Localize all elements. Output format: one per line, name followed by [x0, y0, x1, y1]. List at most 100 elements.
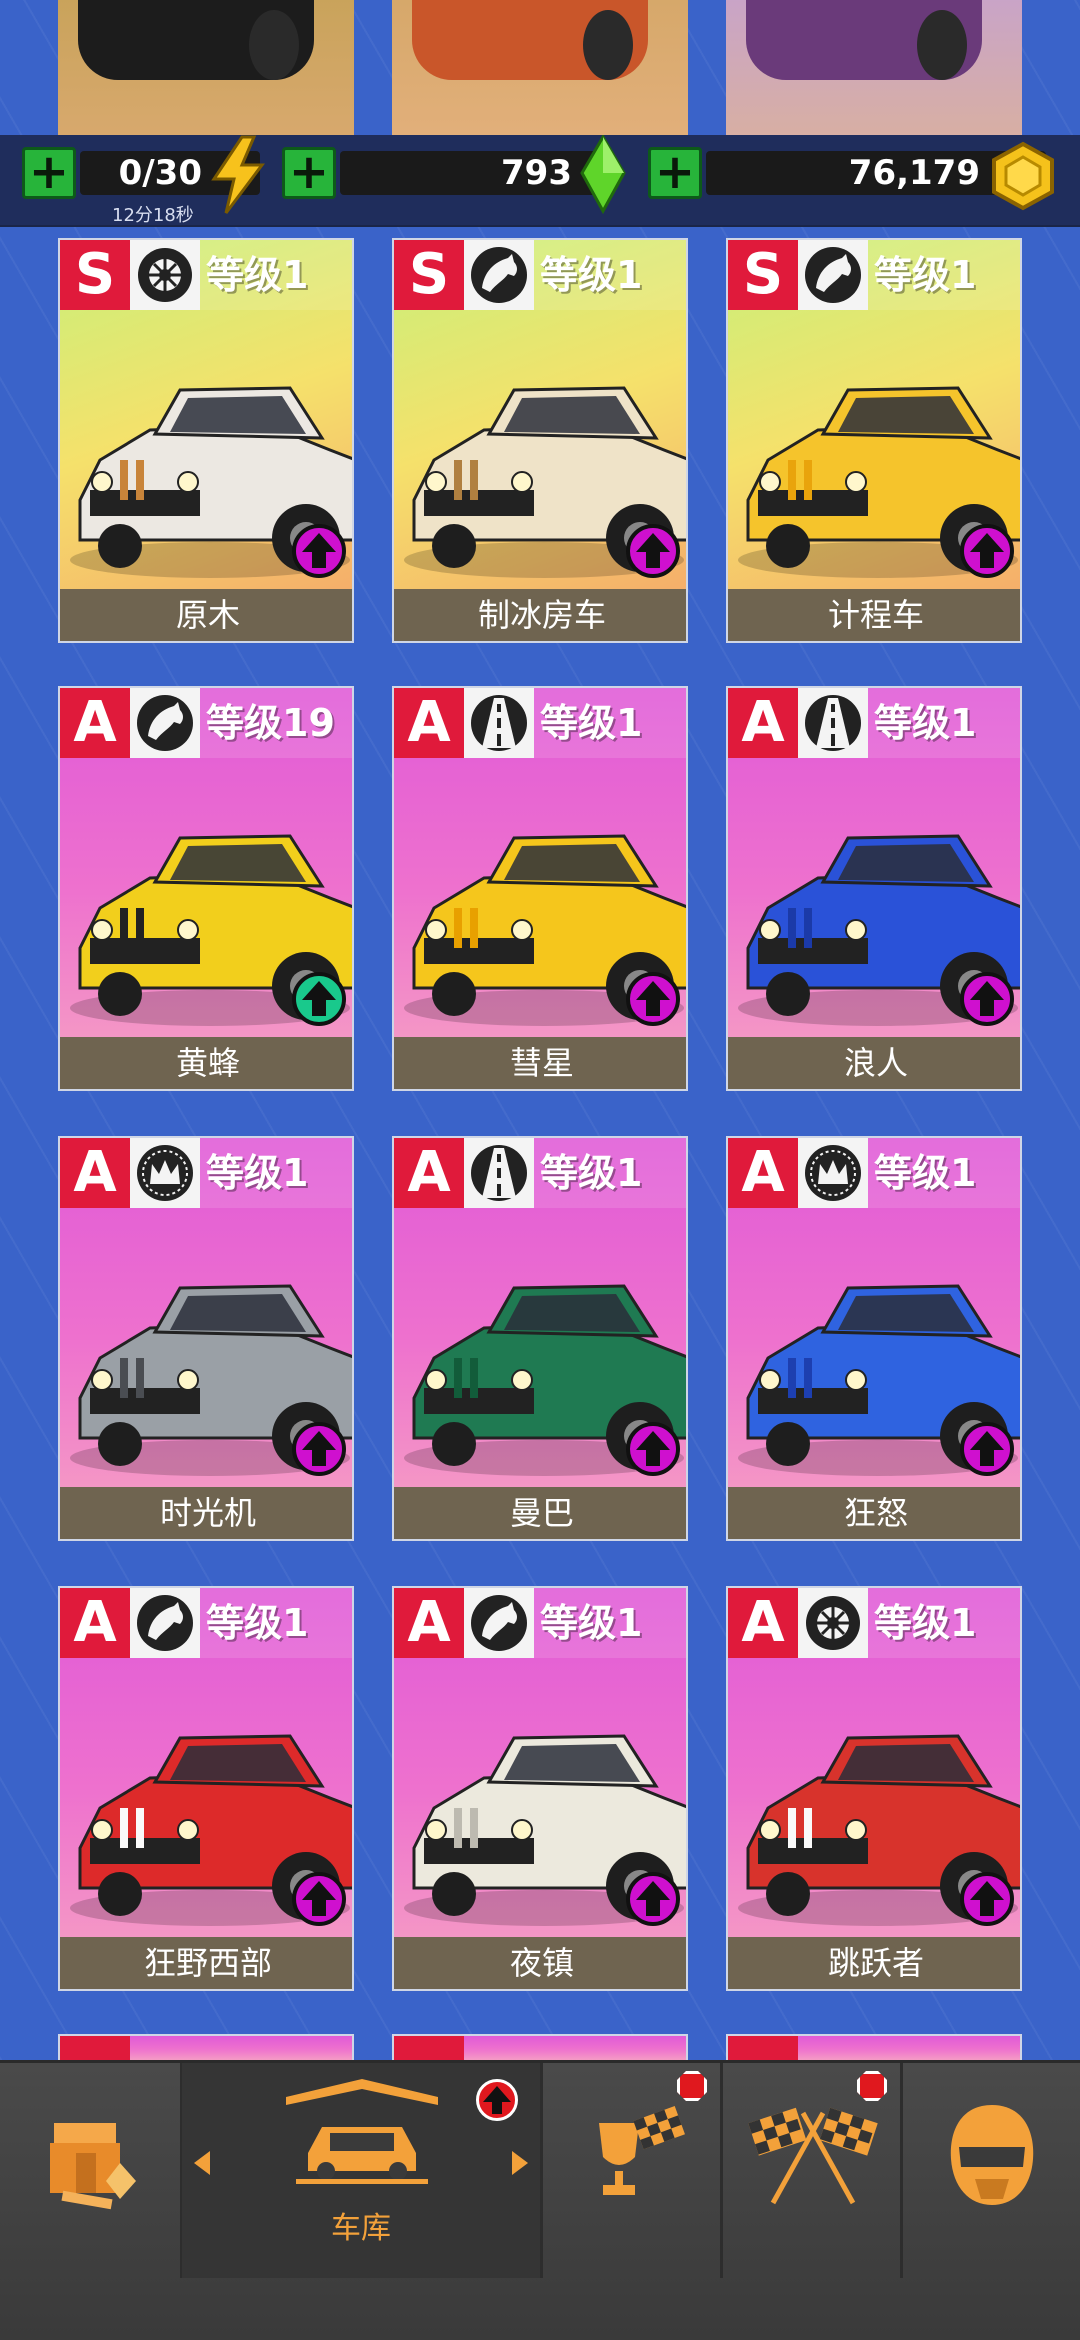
card-header: S 等级1: [60, 240, 352, 310]
card-header: A 等级1: [60, 1138, 352, 1208]
car-card[interactable]: S 等级1 计程车: [726, 238, 1022, 643]
card-header: A 等级1: [728, 688, 1020, 758]
car-card[interactable]: A 等级1 曼巴: [392, 1136, 688, 1541]
horse-icon: [798, 240, 868, 310]
nav-shop[interactable]: [0, 2063, 180, 2278]
car-class-badge: A: [728, 1138, 798, 1208]
car-card[interactable]: S 等级1 原木: [58, 238, 354, 643]
upgrade-arrow-icon[interactable]: [960, 1422, 1014, 1476]
car-level: 等级1: [868, 688, 1020, 758]
card-header: A 等级1: [728, 1138, 1020, 1208]
trophy-flags-icon: [599, 2105, 685, 2195]
car-level: 等级19: [200, 688, 352, 758]
car-grid: S 等级1 原木 S 等级1 制冰房车 S 等级1 计程车 A 等级19 黄蜂 A 等级1 彗星 A 等级1 浪人…: [0, 0, 1080, 2340]
card-header: S 等级1: [728, 240, 1020, 310]
car-class-badge: A: [60, 688, 130, 758]
upgrade-arrow-icon[interactable]: [292, 524, 346, 578]
car-name: 黄蜂: [60, 1037, 352, 1089]
nav-events[interactable]: [543, 2063, 720, 2278]
car-level: 等级1: [534, 1138, 686, 1208]
upgrade-arrow-icon[interactable]: [626, 1872, 680, 1926]
car-level: 等级1: [200, 1138, 352, 1208]
race-notification-dot: [857, 2071, 887, 2101]
bottom-nav: 车库: [0, 2060, 1080, 2340]
upgrade-arrow-icon[interactable]: [626, 972, 680, 1026]
car-name: 彗星: [394, 1037, 686, 1089]
car-class-badge: A: [728, 688, 798, 758]
upgrade-arrow-icon[interactable]: [292, 1422, 346, 1476]
car-card[interactable]: A 等级1 狂怒: [726, 1136, 1022, 1541]
card-header: A 等级1: [394, 1588, 686, 1658]
card-header: S 等级1: [394, 240, 686, 310]
car-class-badge: S: [394, 240, 464, 310]
tire-icon: [130, 240, 200, 310]
upgrade-arrow-icon[interactable]: [626, 1422, 680, 1476]
car-class-badge: A: [60, 1138, 130, 1208]
garage-prev-arrow[interactable]: [194, 2151, 210, 2175]
car-name: 计程车: [728, 589, 1020, 641]
shop-icon: [50, 2123, 136, 2210]
tire-icon: [798, 1588, 868, 1658]
nav-race[interactable]: [723, 2063, 900, 2278]
horse-icon: [464, 1588, 534, 1658]
car-name: 制冰房车: [394, 589, 686, 641]
garage-next-arrow[interactable]: [512, 2151, 528, 2175]
helmet-icon: [950, 2105, 1034, 2205]
upgrade-arrow-icon[interactable]: [960, 972, 1014, 1026]
nav-profile[interactable]: [903, 2063, 1080, 2278]
car-level: 等级1: [868, 240, 1020, 310]
car-card[interactable]: A 等级1 夜镇: [392, 1586, 688, 1991]
upgrade-arrow-icon[interactable]: [292, 972, 346, 1026]
car-card[interactable]: A 等级1 跳跃者: [726, 1586, 1022, 1991]
car-card[interactable]: A 等级1 彗星: [392, 686, 688, 1091]
crown-gauge-icon: [130, 1138, 200, 1208]
card-header: A 等级1: [394, 688, 686, 758]
horse-icon: [464, 240, 534, 310]
horse-icon: [130, 1588, 200, 1658]
upgrade-arrow-icon[interactable]: [960, 524, 1014, 578]
car-card[interactable]: A 等级1 时光机: [58, 1136, 354, 1541]
road-icon: [798, 688, 868, 758]
car-class-badge: S: [60, 240, 130, 310]
car-class-badge: A: [394, 1138, 464, 1208]
car-name: 夜镇: [394, 1937, 686, 1989]
car-level: 等级1: [534, 688, 686, 758]
garage-upgrade-badge: [476, 2079, 518, 2121]
events-notification-dot: [677, 2071, 707, 2101]
car-name: 狂怒: [728, 1487, 1020, 1539]
car-name: 原木: [60, 589, 352, 641]
car-level: 等级1: [534, 240, 686, 310]
garage-icon: [286, 2079, 438, 2184]
car-name: 时光机: [60, 1487, 352, 1539]
checkered-flags-icon: [748, 2107, 878, 2205]
car-name: 跳跃者: [728, 1937, 1020, 1989]
car-class-badge: S: [728, 240, 798, 310]
car-level: 等级1: [200, 1588, 352, 1658]
car-card[interactable]: A 等级1 狂野西部: [58, 1586, 354, 1991]
card-header: A 等级1: [728, 1588, 1020, 1658]
card-header: A 等级1: [60, 1588, 352, 1658]
upgrade-arrow-icon[interactable]: [960, 1872, 1014, 1926]
car-level: 等级1: [534, 1588, 686, 1658]
car-name: 浪人: [728, 1037, 1020, 1089]
card-header: A 等级19: [60, 688, 352, 758]
car-name: 曼巴: [394, 1487, 686, 1539]
car-class-badge: A: [394, 688, 464, 758]
car-level: 等级1: [868, 1138, 1020, 1208]
road-icon: [464, 688, 534, 758]
car-card[interactable]: A 等级1 浪人: [726, 686, 1022, 1091]
nav-garage[interactable]: 车库: [182, 2063, 540, 2278]
garage-label: 车库: [331, 2211, 391, 2246]
car-name: 狂野西部: [60, 1937, 352, 1989]
car-card[interactable]: A 等级19 黄蜂: [58, 686, 354, 1091]
car-class-badge: A: [728, 1588, 798, 1658]
car-level: 等级1: [200, 240, 352, 310]
card-header: A 等级1: [394, 1138, 686, 1208]
car-card[interactable]: S 等级1 制冰房车: [392, 238, 688, 643]
car-class-badge: A: [60, 1588, 130, 1658]
upgrade-arrow-icon[interactable]: [626, 524, 680, 578]
crown-gauge-icon: [798, 1138, 868, 1208]
upgrade-arrow-icon[interactable]: [292, 1872, 346, 1926]
horse-icon: [130, 688, 200, 758]
car-level: 等级1: [868, 1588, 1020, 1658]
